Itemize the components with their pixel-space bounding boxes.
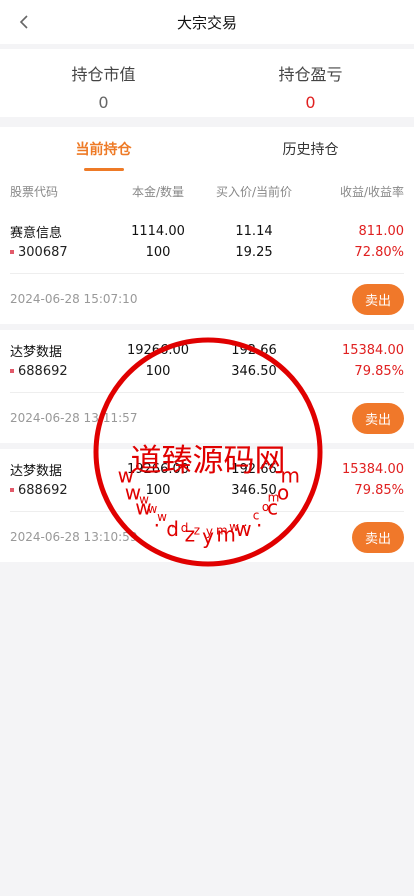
position-row-secondary: 688692 100 346.50 79.85%	[0, 360, 414, 382]
stock-code: 688692	[18, 363, 68, 379]
buy-time: 2024-06-28 13:11:57	[10, 411, 138, 425]
top-navbar: 大宗交易	[0, 0, 414, 44]
tab-history-positions[interactable]: 历史持仓	[207, 127, 414, 171]
profit-amount: 811.00	[358, 223, 405, 239]
holdings-panel: 当前持仓 历史持仓 股票代码 本金/数量 买入价/当前价 收益/收益率 赛意信息…	[0, 127, 414, 562]
quantity: 100	[145, 363, 171, 379]
tab-label: 历史持仓	[282, 142, 339, 158]
principal: 1114.00	[131, 223, 185, 239]
market-dot-icon	[10, 250, 14, 254]
buy-price: 192.66	[231, 342, 277, 358]
buy-price: 192.66	[231, 461, 277, 477]
buy-time: 2024-06-28 13:10:59	[10, 530, 138, 544]
sell-button[interactable]: 卖出	[352, 402, 404, 434]
market-dot-icon	[10, 488, 14, 492]
chevron-left-icon	[19, 15, 28, 29]
position-row-secondary: 688692 100 346.50 79.85%	[0, 479, 414, 501]
position-card: 达梦数据 19266.00 192.66 15384.00 688692 100…	[0, 324, 414, 443]
position-row-primary: 达梦数据 19266.00 192.66 15384.00	[0, 330, 414, 360]
stock-name: 赛意信息	[10, 225, 63, 241]
profit-rate: 79.85%	[354, 482, 404, 498]
position-card: 赛意信息 1114.00 11.14 811.00 300687 100 19.…	[0, 211, 414, 324]
market-value-block: 持仓市值 0	[0, 49, 207, 117]
profit-rate: 72.80%	[354, 244, 404, 260]
header-buy-current-price: 买入价/当前价	[215, 184, 293, 199]
profit-rate: 79.85%	[354, 363, 404, 379]
position-card: 达梦数据 19266.00 192.66 15384.00 688692 100…	[0, 443, 414, 562]
header-profit-rate: 收益/收益率	[339, 184, 404, 199]
back-button[interactable]	[10, 8, 38, 36]
position-footer: 2024-06-28 13:11:57 卖出	[0, 393, 414, 443]
holdings-summary: 持仓市值 0 持仓盈亏 0	[0, 49, 414, 117]
market-value-label: 持仓市值	[71, 65, 136, 84]
stock-code-cell: 300687	[10, 245, 110, 260]
current-price: 346.50	[231, 363, 277, 379]
position-row-primary: 达梦数据 19266.00 192.66 15384.00	[0, 449, 414, 479]
header-principal-quantity: 本金/数量	[131, 184, 185, 199]
position-footer: 2024-06-28 15:07:10 卖出	[0, 274, 414, 324]
principal: 19266.00	[126, 461, 190, 477]
table-header: 股票代码 本金/数量 买入价/当前价 收益/收益率	[0, 171, 414, 211]
position-row-primary: 赛意信息 1114.00 11.14 811.00	[0, 211, 414, 241]
current-price: 19.25	[235, 244, 273, 260]
profit-amount: 15384.00	[341, 342, 404, 358]
sell-button[interactable]: 卖出	[352, 521, 404, 553]
stock-name: 达梦数据	[10, 344, 63, 360]
tab-label: 当前持仓	[75, 142, 132, 158]
profit-label: 持仓盈亏	[278, 65, 343, 84]
page-title: 大宗交易	[176, 13, 237, 32]
position-row-secondary: 300687 100 19.25 72.80%	[0, 241, 414, 263]
stock-code: 300687	[18, 244, 68, 260]
market-value: 0	[98, 93, 109, 112]
position-footer: 2024-06-28 13:10:59 卖出	[0, 512, 414, 562]
stock-name: 达梦数据	[10, 463, 63, 479]
quantity: 100	[145, 482, 171, 498]
profit-amount: 15384.00	[341, 461, 404, 477]
buy-time: 2024-06-28 15:07:10	[10, 292, 138, 306]
stock-code-cell: 688692	[10, 364, 110, 379]
principal: 19266.00	[126, 342, 190, 358]
stock-code: 688692	[18, 482, 68, 498]
buy-price: 11.14	[235, 223, 273, 239]
quantity: 100	[145, 244, 171, 260]
position-tabs: 当前持仓 历史持仓	[0, 127, 414, 171]
stock-code-cell: 688692	[10, 483, 110, 498]
market-dot-icon	[10, 369, 14, 373]
sell-button[interactable]: 卖出	[352, 283, 404, 315]
profit-block: 持仓盈亏 0	[207, 49, 414, 117]
tab-current-positions[interactable]: 当前持仓	[0, 127, 207, 171]
profit-value: 0	[305, 93, 316, 112]
current-price: 346.50	[231, 482, 277, 498]
header-stock-code: 股票代码	[10, 184, 59, 199]
active-tab-indicator	[83, 168, 124, 171]
